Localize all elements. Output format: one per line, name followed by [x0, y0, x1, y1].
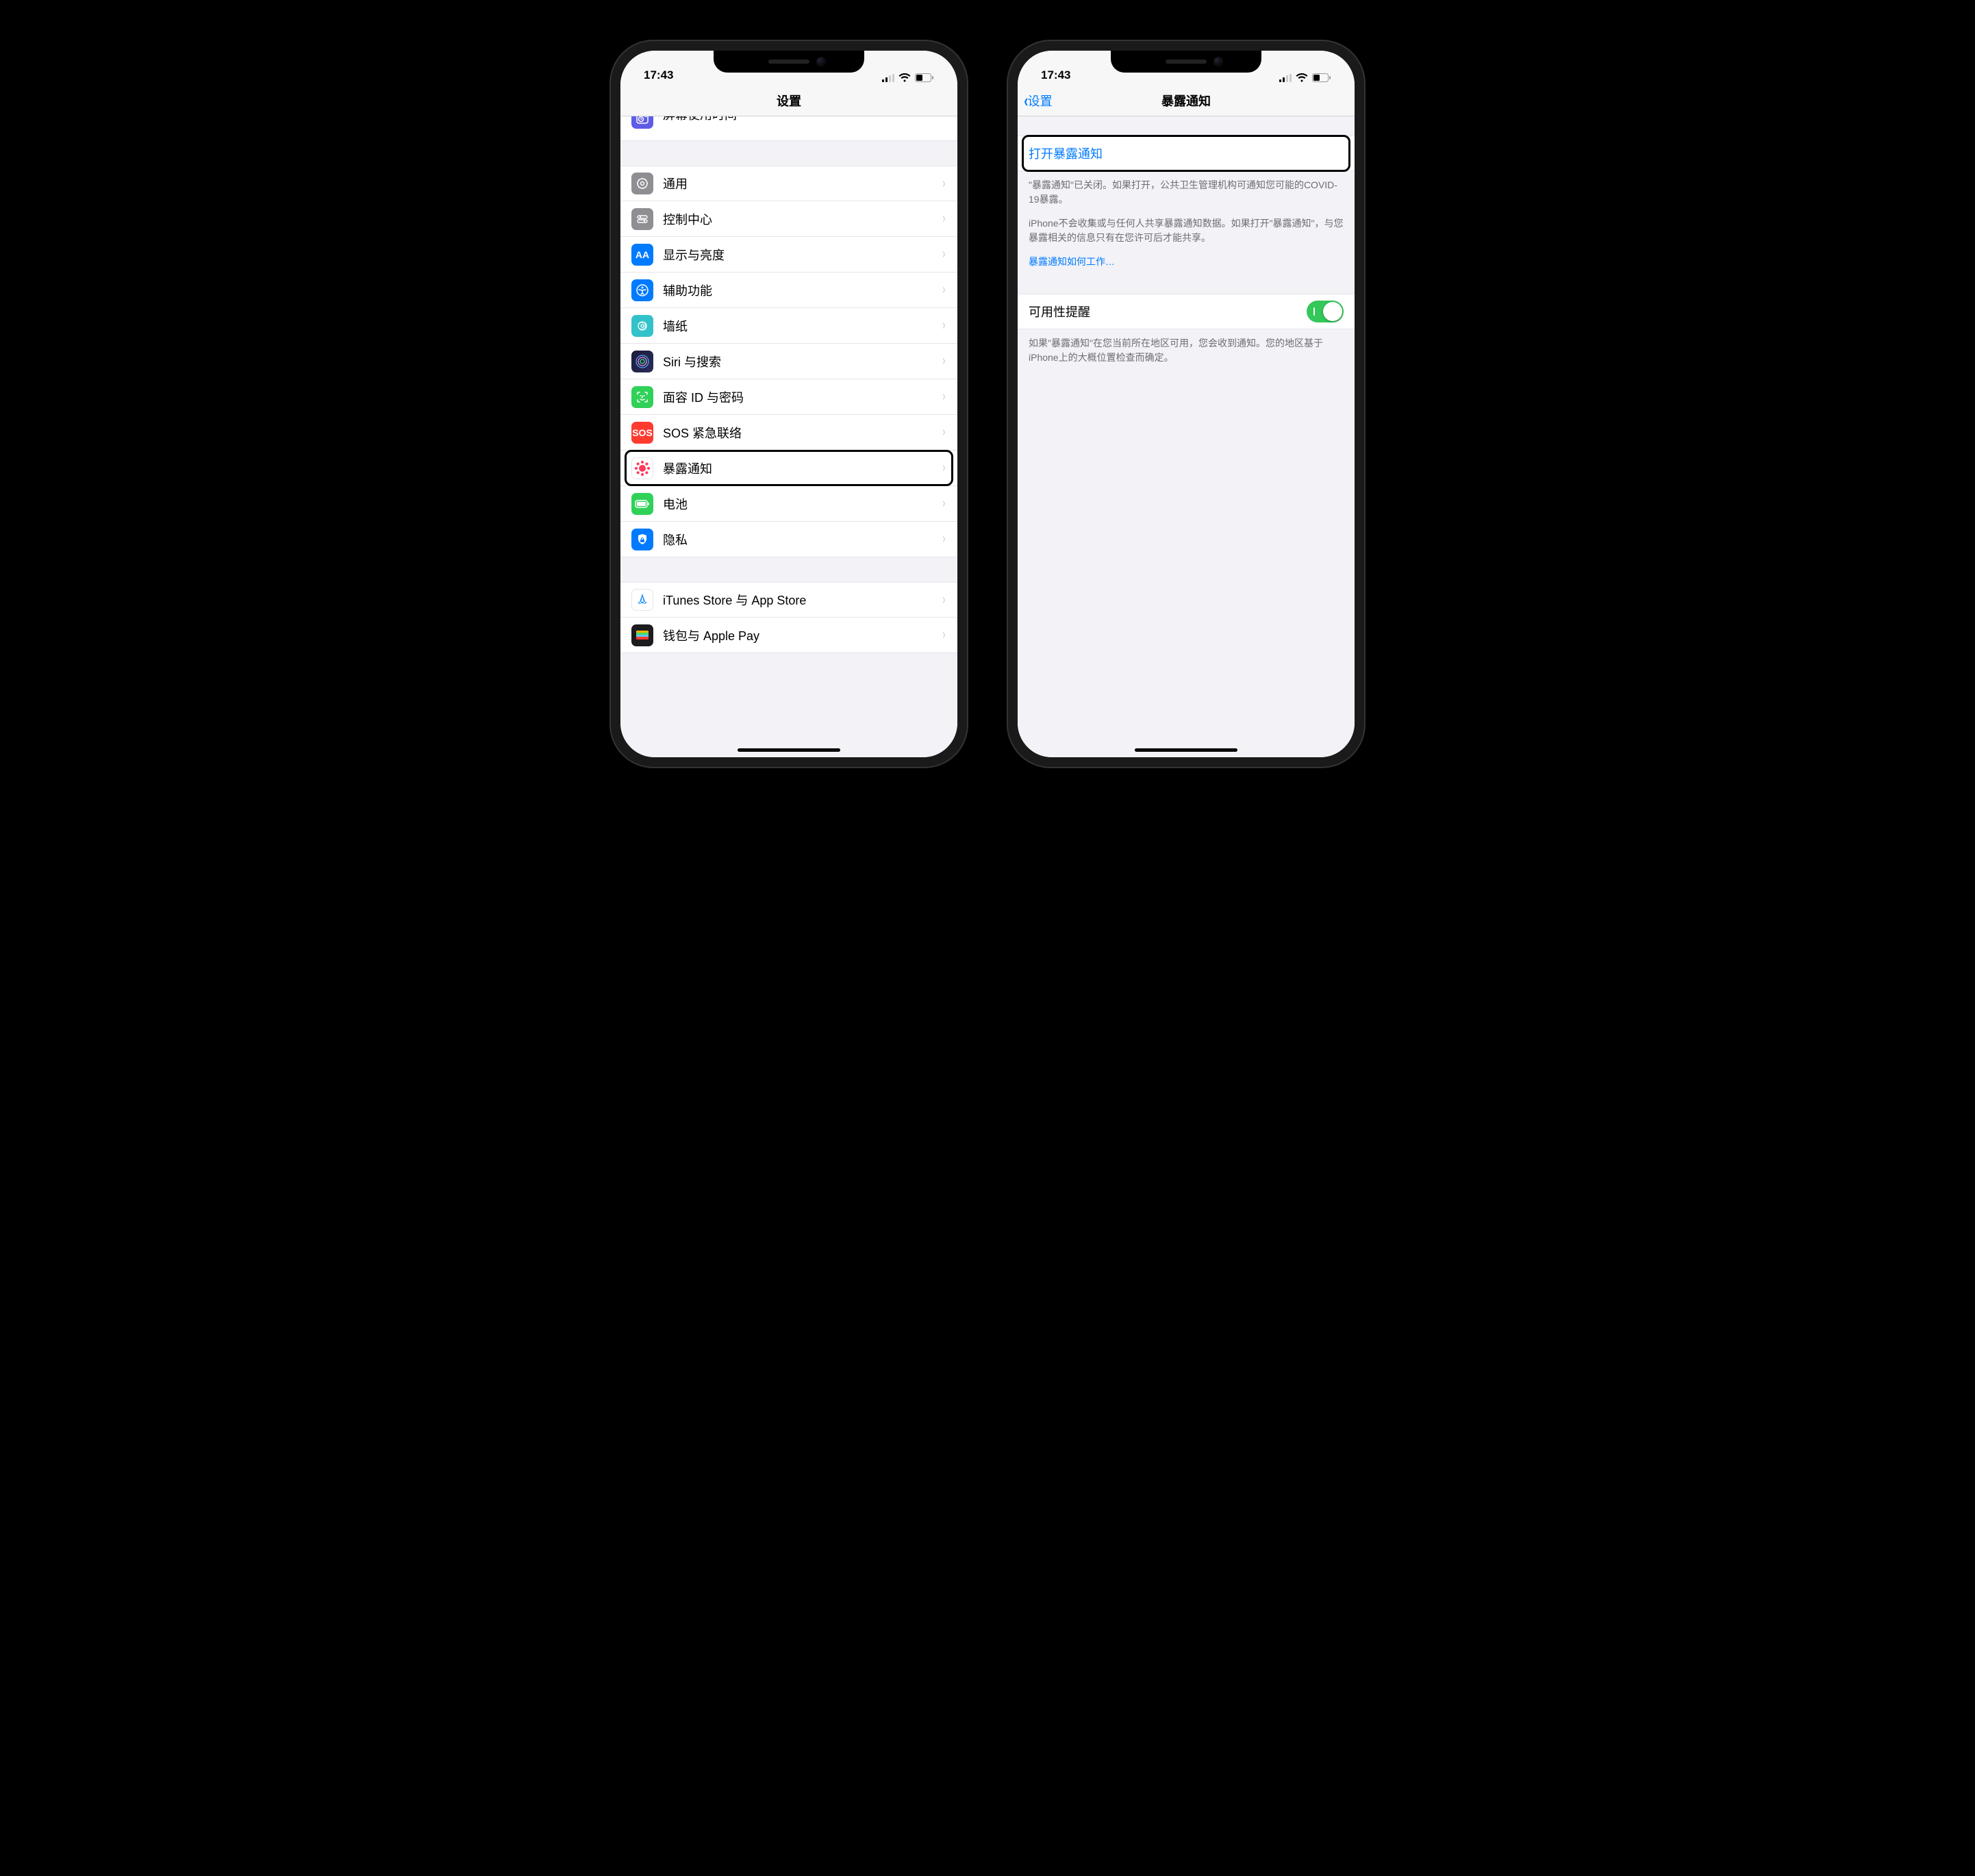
wifi-icon	[898, 73, 911, 82]
signal-icon	[1279, 74, 1292, 82]
enable-exposure-button[interactable]: 打开暴露通知	[1018, 136, 1355, 171]
row-general[interactable]: 通用 ›	[620, 166, 957, 201]
privacy-icon	[631, 529, 653, 550]
chevron-right-icon: ›	[943, 116, 946, 121]
back-button[interactable]: ‹ 设置	[1023, 92, 1053, 110]
battery-icon	[631, 493, 653, 515]
status-time: 17:43	[1041, 68, 1070, 82]
row-label: 隐私	[663, 531, 942, 548]
nav-title-settings: 设置	[777, 92, 801, 110]
chevron-right-icon: ›	[943, 496, 946, 511]
availability-switch[interactable]	[1307, 301, 1344, 322]
row-screentime[interactable]: 屏幕使用时间 ›	[620, 116, 957, 141]
nav-bar-settings: 设置	[620, 85, 957, 116]
footer-text-2: iPhone不会收集或与任何人共享暴露通知数据。如果打开"暴露通知"，与您暴露相…	[1018, 207, 1355, 245]
chevron-right-icon: ›	[943, 211, 946, 227]
exposure-content[interactable]: 打开暴露通知 "暴露通知"已关闭。如果打开，公共卫生管理机构可通知您可能的COV…	[1018, 116, 1355, 757]
home-indicator[interactable]	[738, 748, 840, 752]
screen-right: 17:43 ‹ 设置 暴露通知 打开暴露通知 "暴露通知"已关闭。如	[1018, 51, 1355, 757]
row-siri[interactable]: Siri 与搜索 ›	[620, 344, 957, 379]
nav-title-exposure: 暴露通知	[1161, 92, 1211, 110]
availability-footer: 如果"暴露通知"在您当前所在地区可用，您会收到通知。您的地区基于iPhone上的…	[1018, 329, 1355, 365]
availability-label: 可用性提醒	[1029, 303, 1307, 320]
notch	[714, 51, 864, 73]
footer-link-wrap: 暴露通知如何工作…	[1018, 245, 1355, 269]
settings-content[interactable]: 屏幕使用时间 › 通用 › 控制中心 › AA 显示与亮度 ›	[620, 116, 957, 757]
row-control-center[interactable]: 控制中心 ›	[620, 201, 957, 237]
how-it-works-link[interactable]: 暴露通知如何工作…	[1029, 255, 1115, 269]
row-label: 屏幕使用时间	[663, 116, 942, 123]
row-label: 显示与亮度	[663, 246, 942, 264]
row-accessibility[interactable]: 辅助功能 ›	[620, 272, 957, 308]
enable-label: 打开暴露通知	[1029, 144, 1103, 162]
control-center-icon	[631, 208, 653, 230]
settings-group-1: 通用 › 控制中心 › AA 显示与亮度 › 辅助功能 ›	[620, 166, 957, 557]
chevron-right-icon: ›	[943, 424, 946, 440]
row-label: SOS 紧急联络	[663, 424, 942, 442]
screen-left: 17:43 设置 屏幕使用时间 › 通用 ›	[620, 51, 957, 757]
siri-icon	[631, 351, 653, 372]
availability-row: 可用性提醒	[1018, 294, 1355, 329]
enable-group: 打开暴露通知 "暴露通知"已关闭。如果打开，公共卫生管理机构可通知您可能的COV…	[1018, 136, 1355, 269]
chevron-right-icon: ›	[943, 592, 946, 608]
battery-icon	[1312, 73, 1331, 82]
row-battery[interactable]: 电池 ›	[620, 486, 957, 522]
phone-right: 17:43 ‹ 设置 暴露通知 打开暴露通知 "暴露通知"已关闭。如	[1008, 41, 1364, 767]
row-label: 暴露通知	[663, 459, 942, 477]
row-label: 辅助功能	[663, 281, 942, 299]
row-label: Siri 与搜索	[663, 353, 942, 370]
row-privacy[interactable]: 隐私 ›	[620, 522, 957, 557]
settings-group-2: iTunes Store 与 App Store › 钱包与 Apple Pay…	[620, 582, 957, 653]
row-label: 控制中心	[663, 210, 942, 228]
row-label: 电池	[663, 495, 942, 513]
signal-icon	[882, 74, 894, 82]
chevron-right-icon: ›	[943, 176, 946, 192]
row-wallet[interactable]: 钱包与 Apple Pay ›	[620, 618, 957, 653]
home-indicator[interactable]	[1135, 748, 1237, 752]
accessibility-icon	[631, 279, 653, 301]
wallpaper-icon	[631, 315, 653, 337]
general-icon	[631, 173, 653, 194]
exposure-icon	[631, 457, 653, 479]
faceid-icon	[631, 386, 653, 408]
row-label: 钱包与 Apple Pay	[663, 626, 942, 644]
chevron-right-icon: ›	[943, 389, 946, 405]
wallet-icon	[631, 624, 653, 646]
status-time: 17:43	[644, 68, 673, 82]
status-icons	[882, 73, 934, 82]
screentime-icon	[631, 116, 653, 129]
footer-text-1: "暴露通知"已关闭。如果打开，公共卫生管理机构可通知您可能的COVID-19暴露…	[1018, 171, 1355, 207]
phone-left: 17:43 设置 屏幕使用时间 › 通用 ›	[611, 41, 967, 767]
sos-icon: SOS	[631, 422, 653, 444]
availability-group: 可用性提醒 如果"暴露通知"在您当前所在地区可用，您会收到通知。您的地区基于iP…	[1018, 294, 1355, 365]
back-label: 设置	[1028, 92, 1053, 110]
chevron-right-icon: ›	[943, 460, 946, 476]
battery-icon	[915, 73, 934, 82]
enable-highlight: 打开暴露通知	[1018, 136, 1355, 171]
nav-bar-exposure: ‹ 设置 暴露通知	[1018, 85, 1355, 116]
row-label: 面容 ID 与密码	[663, 388, 942, 406]
display-icon: AA	[631, 244, 653, 266]
chevron-right-icon: ›	[943, 318, 946, 333]
row-display[interactable]: AA 显示与亮度 ›	[620, 237, 957, 272]
status-icons	[1279, 73, 1331, 82]
wifi-icon	[1296, 73, 1308, 82]
chevron-right-icon: ›	[943, 531, 946, 547]
row-label: 通用	[663, 175, 942, 192]
chevron-left-icon: ‹	[1024, 92, 1028, 110]
row-faceid[interactable]: 面容 ID 与密码 ›	[620, 379, 957, 415]
row-sos[interactable]: SOS SOS 紧急联络 ›	[620, 415, 957, 451]
row-label: 墙纸	[663, 317, 942, 335]
row-itunes-appstore[interactable]: iTunes Store 与 App Store ›	[620, 582, 957, 618]
chevron-right-icon: ›	[943, 627, 946, 643]
row-wallpaper[interactable]: 墙纸 ›	[620, 308, 957, 344]
chevron-right-icon: ›	[943, 282, 946, 298]
row-label: iTunes Store 与 App Store	[663, 591, 942, 609]
notch	[1111, 51, 1261, 73]
chevron-right-icon: ›	[943, 353, 946, 369]
row-exposure-notification[interactable]: 暴露通知 ›	[620, 451, 957, 486]
chevron-right-icon: ›	[943, 246, 946, 262]
appstore-icon	[631, 589, 653, 611]
